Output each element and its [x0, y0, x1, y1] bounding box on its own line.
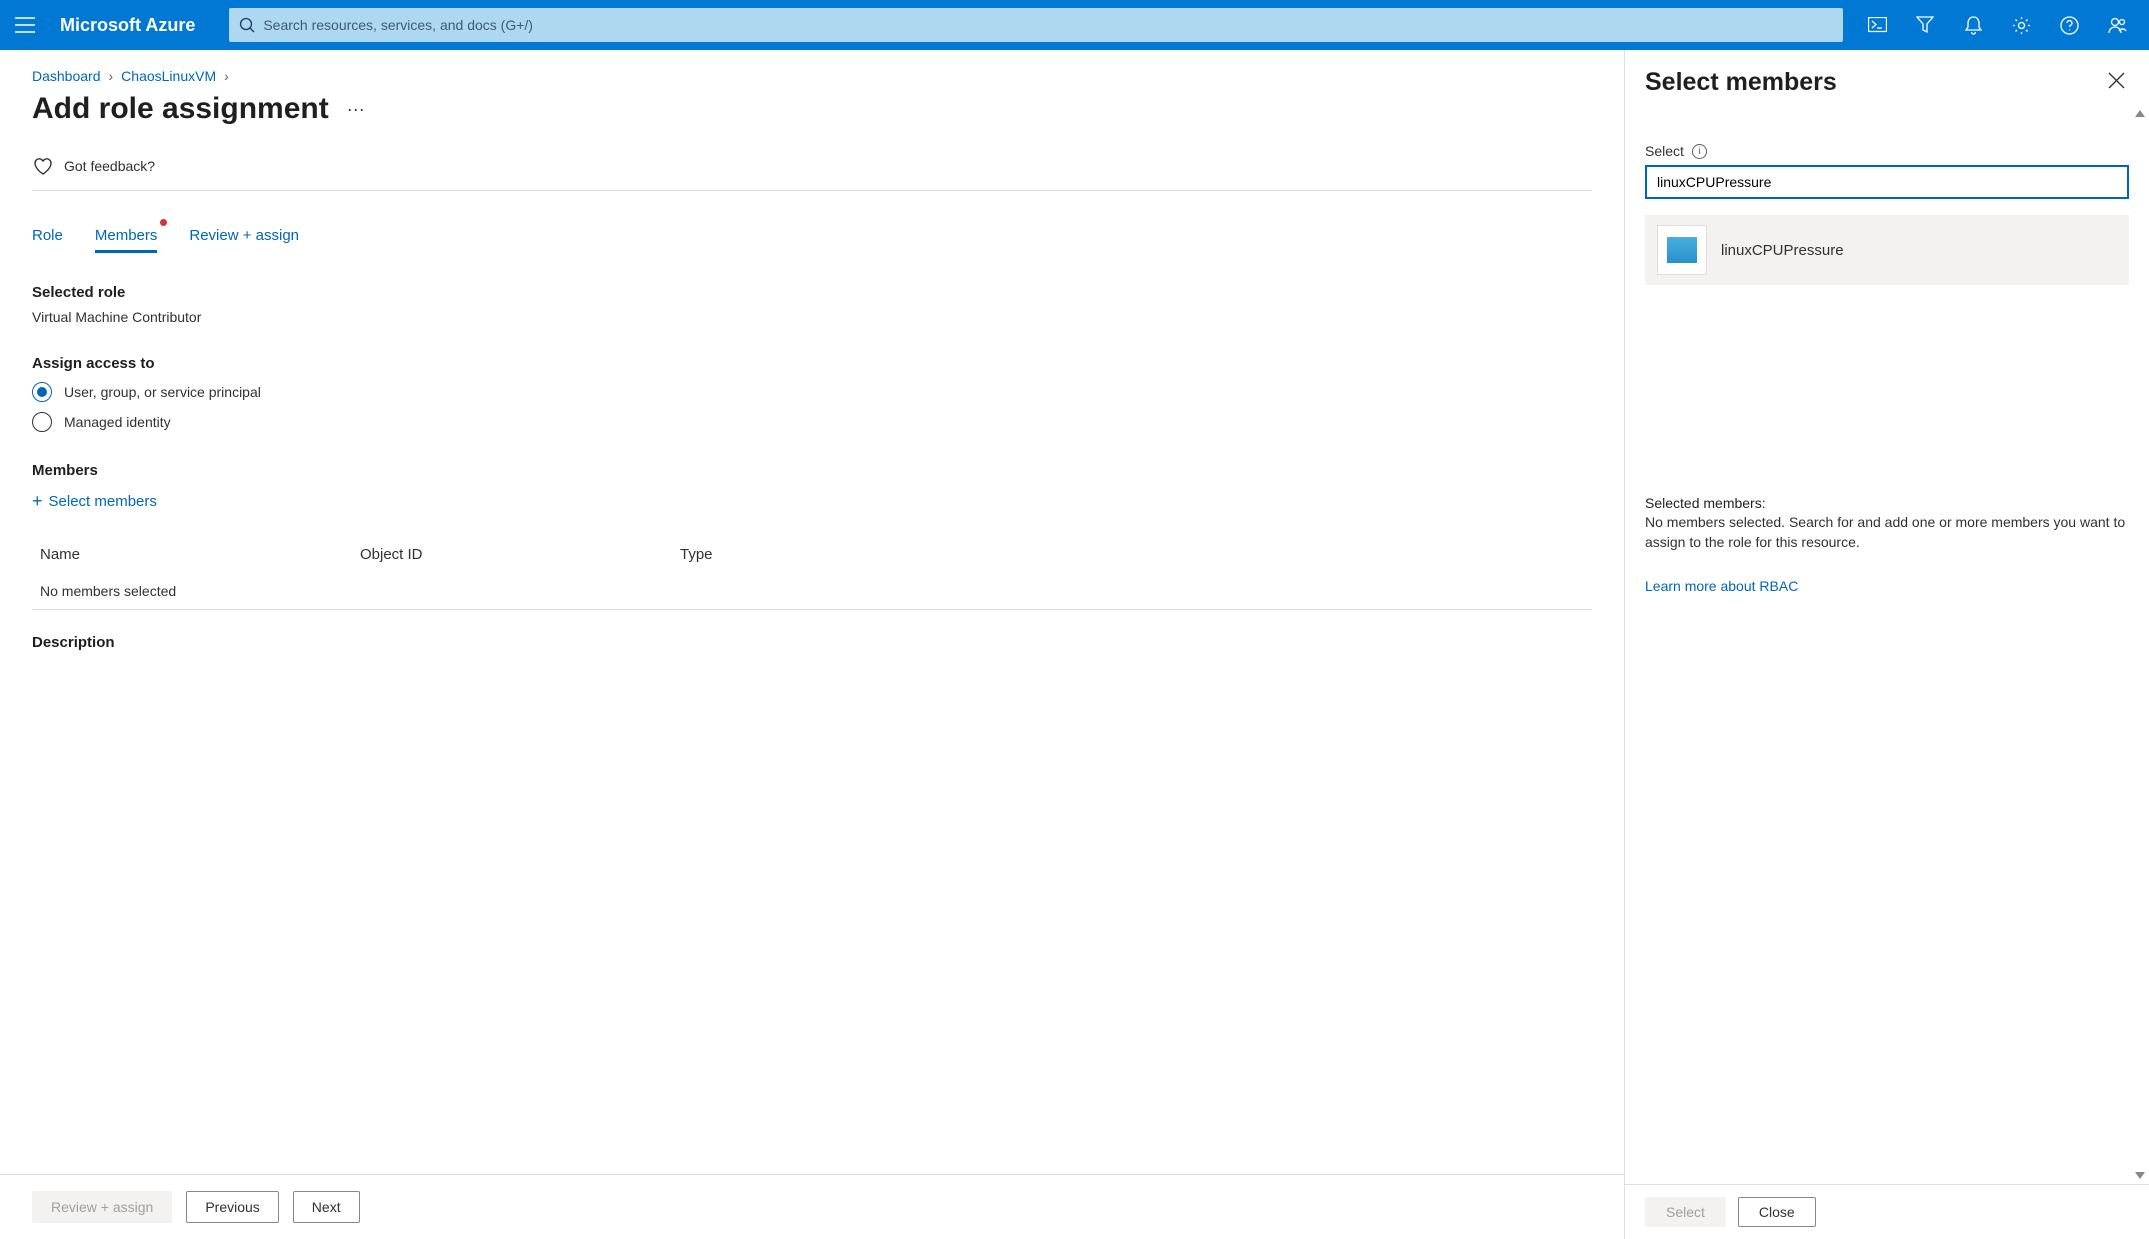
select-members-link[interactable]: + Select members	[32, 491, 157, 512]
more-actions-icon[interactable]: ···	[347, 99, 365, 120]
radio-user-label: User, group, or service principal	[64, 384, 261, 400]
select-members-panel: Select members Select i linuxCPUPressure…	[1624, 50, 2149, 1239]
footer-bar: Review + assign Previous Next	[0, 1174, 1624, 1239]
panel-title: Select members	[1645, 68, 1837, 97]
breadcrumb: Dashboard › ChaosLinuxVM ›	[32, 68, 1592, 84]
resource-icon	[1657, 225, 1707, 275]
tab-role[interactable]: Role	[32, 221, 63, 253]
info-icon[interactable]: i	[1692, 144, 1707, 159]
breadcrumb-dashboard[interactable]: Dashboard	[32, 68, 101, 84]
tab-members-label: Members	[95, 227, 158, 244]
search-result-item[interactable]: linuxCPUPressure	[1645, 215, 2129, 285]
feedback-link[interactable]: Got feedback?	[32, 156, 1592, 191]
cloud-shell-icon[interactable]	[1853, 0, 1901, 50]
notification-dot-icon	[160, 219, 167, 226]
col-object-id: Object ID	[360, 546, 680, 563]
result-label: linuxCPUPressure	[1721, 242, 1844, 259]
search-wrap	[219, 8, 1853, 42]
feedback-label: Got feedback?	[64, 158, 155, 174]
panel-select-button[interactable]: Select	[1645, 1197, 1726, 1227]
filter-icon[interactable]	[1901, 0, 1949, 50]
members-table: Name Object ID Type No members selected	[32, 536, 1592, 610]
radio-icon	[32, 382, 52, 402]
select-search-input[interactable]	[1645, 165, 2129, 199]
settings-icon[interactable]	[1997, 0, 2045, 50]
tabs: Role Members Review + assign	[32, 221, 1592, 254]
col-name: Name	[40, 546, 360, 563]
scroll-up-icon	[2135, 110, 2145, 117]
description-label: Description	[32, 634, 1592, 651]
notifications-icon[interactable]	[1949, 0, 1997, 50]
select-field-label: Select	[1645, 143, 1684, 159]
page-title: Add role assignment	[32, 92, 329, 126]
tab-members[interactable]: Members	[95, 221, 158, 253]
members-label: Members	[32, 462, 1592, 479]
radio-icon	[32, 412, 52, 432]
learn-rbac-link[interactable]: Learn more about RBAC	[1645, 578, 1798, 594]
account-icon[interactable]	[2093, 0, 2141, 50]
panel-footer: Select Close	[1625, 1184, 2149, 1239]
select-members-label: Select members	[49, 493, 157, 510]
panel-close-button[interactable]: Close	[1738, 1197, 1816, 1227]
assign-access-radio-group: User, group, or service principal Manage…	[32, 382, 1592, 432]
scroll-down-icon	[2135, 1172, 2145, 1179]
breadcrumb-resource[interactable]: ChaosLinuxVM	[121, 68, 216, 84]
search-icon	[239, 17, 255, 33]
tab-review-assign[interactable]: Review + assign	[189, 221, 299, 253]
brand-label[interactable]: Microsoft Azure	[50, 15, 219, 36]
search-input[interactable]	[263, 17, 1833, 33]
main-column: Dashboard › ChaosLinuxVM › Add role assi…	[0, 50, 1624, 1239]
hamburger-icon[interactable]	[0, 17, 50, 33]
radio-managed-identity[interactable]: Managed identity	[32, 412, 1592, 432]
selected-role-value: Virtual Machine Contributor	[32, 309, 1592, 325]
plus-icon: +	[32, 491, 43, 512]
assign-access-label: Assign access to	[32, 355, 1592, 372]
chevron-right-icon: ›	[224, 68, 229, 84]
chevron-right-icon: ›	[109, 68, 114, 84]
next-button[interactable]: Next	[293, 1191, 360, 1223]
close-icon[interactable]	[2104, 68, 2129, 96]
panel-scrollbar[interactable]	[2133, 110, 2147, 1179]
selected-members-message: No members selected. Search for and add …	[1645, 513, 2129, 552]
table-header: Name Object ID Type	[32, 536, 1592, 573]
help-icon[interactable]	[2045, 0, 2093, 50]
review-assign-button[interactable]: Review + assign	[32, 1191, 172, 1223]
col-type: Type	[680, 546, 1584, 563]
top-bar: Microsoft Azure	[0, 0, 2149, 50]
table-empty-row: No members selected	[32, 573, 1592, 610]
radio-identity-label: Managed identity	[64, 414, 171, 430]
selected-role-label: Selected role	[32, 284, 1592, 301]
selected-members-label: Selected members:	[1645, 495, 2129, 511]
search-box[interactable]	[229, 8, 1843, 42]
heart-icon	[32, 156, 54, 176]
previous-button[interactable]: Previous	[186, 1191, 278, 1223]
top-icons	[1853, 0, 2149, 50]
radio-user-group-sp[interactable]: User, group, or service principal	[32, 382, 1592, 402]
